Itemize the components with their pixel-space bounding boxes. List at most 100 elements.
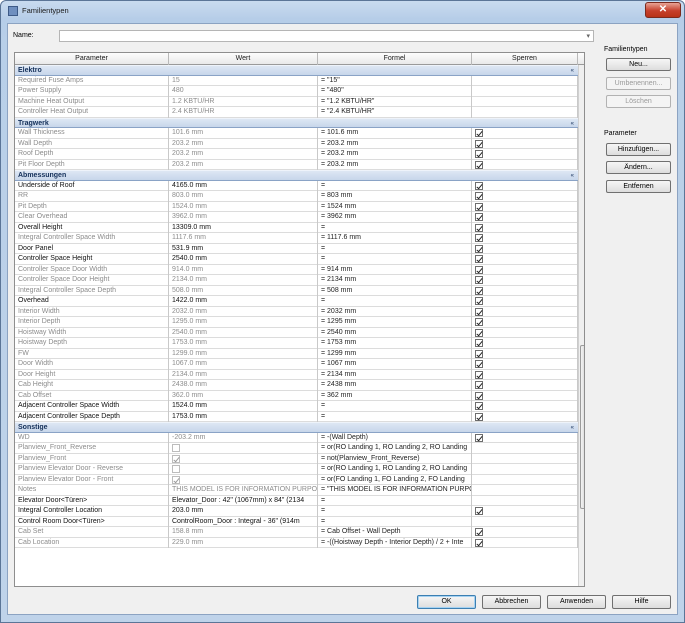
value-cell[interactable]: 2134.0 mm xyxy=(169,275,318,286)
value-cell[interactable]: 2.4 KBTU/HR xyxy=(169,107,318,118)
lock-checkbox[interactable] xyxy=(475,318,483,326)
parameter-name-cell[interactable]: Wall Thickness xyxy=(15,128,169,139)
lock-cell[interactable] xyxy=(472,474,578,485)
parameter-name-cell[interactable]: Planview_Front xyxy=(15,453,169,464)
parameter-name-cell[interactable]: Integral Controller Space Depth xyxy=(15,285,169,296)
lock-checkbox[interactable] xyxy=(475,381,483,389)
group-header-tragwerk[interactable]: Tragwerk « xyxy=(15,117,578,129)
column-header-parameter[interactable]: Parameter xyxy=(15,53,169,65)
parameter-name-cell[interactable]: Elevator Door<Türen> xyxy=(15,495,169,506)
formula-cell[interactable]: = Cab Offset - Wall Depth xyxy=(318,527,472,538)
lock-cell[interactable] xyxy=(472,149,578,160)
formula-cell[interactable]: = 2032 mm xyxy=(318,306,472,317)
collapse-toggle-icon[interactable]: « xyxy=(571,171,574,181)
table-row[interactable]: Integral Controller Space Width 1117.6 mm… xyxy=(15,233,578,244)
parameter-name-cell[interactable]: Controller Space Door Height xyxy=(15,275,169,286)
formula-cell[interactable]: = 1753 mm xyxy=(318,338,472,349)
table-row[interactable]: WD -203.2 mm = -(Wall Depth) xyxy=(15,432,578,443)
lock-cell[interactable] xyxy=(472,243,578,254)
table-row[interactable]: Controller Space Door Height 2134.0 mm = 2… xyxy=(15,275,578,286)
formula-cell[interactable]: = 3962 mm xyxy=(318,212,472,223)
lock-checkbox[interactable] xyxy=(475,528,483,536)
formula-cell[interactable]: = 2134 mm xyxy=(318,369,472,380)
lock-cell[interactable] xyxy=(472,485,578,496)
table-row[interactable]: Cab Set 158.8 mm = Cab Offset - Wall Depth xyxy=(15,527,578,538)
lock-checkbox[interactable] xyxy=(475,150,483,158)
formula-cell[interactable]: = xyxy=(318,180,472,191)
lock-checkbox[interactable] xyxy=(475,192,483,200)
formula-cell[interactable]: = xyxy=(318,222,472,233)
formula-cell[interactable]: = "THIS MODEL IS FOR INFORMATION PURPO xyxy=(318,485,472,496)
table-row[interactable]: Integral Controller Location 203.0 mm = xyxy=(15,506,578,517)
lock-checkbox[interactable] xyxy=(475,360,483,368)
value-checkbox[interactable] xyxy=(172,475,180,484)
ok-button[interactable]: OK xyxy=(417,595,476,609)
formula-cell[interactable]: = xyxy=(318,495,472,506)
lock-checkbox[interactable] xyxy=(475,433,483,442)
lock-cell[interactable] xyxy=(472,222,578,233)
parameter-name-cell[interactable]: Planview Elevator Door - Front xyxy=(15,474,169,485)
group-header-sonstige[interactable]: Sonstige « xyxy=(15,422,578,433)
rename-type-button[interactable]: Umbenennen... xyxy=(606,77,671,90)
lock-checkbox[interactable] xyxy=(475,507,483,515)
lock-cell[interactable] xyxy=(472,159,578,170)
lock-checkbox[interactable] xyxy=(475,328,483,337)
formula-cell[interactable]: = xyxy=(318,401,472,412)
lock-checkbox[interactable] xyxy=(475,265,483,274)
formula-cell[interactable]: = 2134 mm xyxy=(318,275,472,286)
column-header-formula[interactable]: Formel xyxy=(318,53,472,65)
table-row[interactable]: Controller Space Height 2540.0 mm = xyxy=(15,254,578,265)
value-cell[interactable]: 101.6 mm xyxy=(169,128,318,139)
value-cell[interactable]: 1524.0 mm xyxy=(169,401,318,412)
table-row[interactable]: Planview Elevator Door - Front = or(FO La… xyxy=(15,474,578,485)
parameter-name-cell[interactable]: Door Height xyxy=(15,369,169,380)
formula-cell[interactable]: = 1117.6 mm xyxy=(318,233,472,244)
formula-cell[interactable]: = 1299 mm xyxy=(318,348,472,359)
lock-checkbox[interactable] xyxy=(475,412,483,421)
table-row[interactable]: Pit Depth 1524.0 mm = 1524 mm xyxy=(15,201,578,212)
lock-cell[interactable] xyxy=(472,201,578,212)
lock-cell[interactable] xyxy=(472,296,578,307)
value-cell[interactable]: 203.0 mm xyxy=(169,506,318,517)
value-cell[interactable]: 2134.0 mm xyxy=(169,369,318,380)
lock-checkbox[interactable] xyxy=(475,234,483,242)
lock-cell[interactable] xyxy=(472,348,578,359)
value-cell[interactable]: 1067.0 mm xyxy=(169,359,318,370)
parameter-name-cell[interactable]: Wall Depth xyxy=(15,138,169,149)
table-row[interactable]: Controller Space Door Width 914.0 mm = 914… xyxy=(15,264,578,275)
formula-cell[interactable]: = xyxy=(318,506,472,517)
formula-cell[interactable]: = "2.4 KBTU/HR" xyxy=(318,107,472,118)
lock-cell[interactable] xyxy=(472,264,578,275)
cancel-button[interactable]: Abbrechen xyxy=(482,595,541,609)
formula-cell[interactable]: = xyxy=(318,254,472,265)
table-row[interactable]: Planview_Front_Reverse = or(RO Landing 1,… xyxy=(15,443,578,454)
parameter-name-cell[interactable]: FW xyxy=(15,348,169,359)
value-cell[interactable]: 1753.0 mm xyxy=(169,411,318,422)
lock-cell[interactable] xyxy=(472,369,578,380)
lock-cell[interactable] xyxy=(472,233,578,244)
lock-cell[interactable] xyxy=(472,86,578,97)
value-cell[interactable]: THIS MODEL IS FOR INFORMATION PURPOS xyxy=(169,485,318,496)
formula-cell[interactable]: = 508 mm xyxy=(318,285,472,296)
formula-cell[interactable]: = xyxy=(318,411,472,422)
table-row[interactable]: Integral Controller Space Depth 508.0 mm =… xyxy=(15,285,578,296)
parameter-name-cell[interactable]: Cab Offset xyxy=(15,390,169,401)
value-cell[interactable] xyxy=(169,464,318,475)
lock-checkbox[interactable] xyxy=(475,370,483,379)
lock-cell[interactable] xyxy=(472,380,578,391)
parameter-name-cell[interactable]: Planview_Front_Reverse xyxy=(15,443,169,454)
parameter-name-cell[interactable]: Cab Height xyxy=(15,380,169,391)
collapse-toggle-icon[interactable]: « xyxy=(571,119,574,129)
lock-cell[interactable] xyxy=(472,527,578,538)
lock-cell[interactable] xyxy=(472,212,578,223)
value-cell[interactable]: 362.0 mm xyxy=(169,390,318,401)
lock-checkbox[interactable] xyxy=(475,349,483,358)
table-row[interactable]: Overhead 1422.0 mm = xyxy=(15,296,578,307)
lock-checkbox[interactable] xyxy=(475,255,483,263)
formula-cell[interactable]: = 203.2 mm xyxy=(318,149,472,160)
table-row[interactable]: FW 1299.0 mm = 1299 mm xyxy=(15,348,578,359)
value-cell[interactable]: 2032.0 mm xyxy=(169,306,318,317)
formula-cell[interactable]: = 2540 mm xyxy=(318,327,472,338)
table-row[interactable]: Interior Depth 1295.0 mm = 1295 mm xyxy=(15,317,578,328)
value-cell[interactable]: 1524.0 mm xyxy=(169,201,318,212)
